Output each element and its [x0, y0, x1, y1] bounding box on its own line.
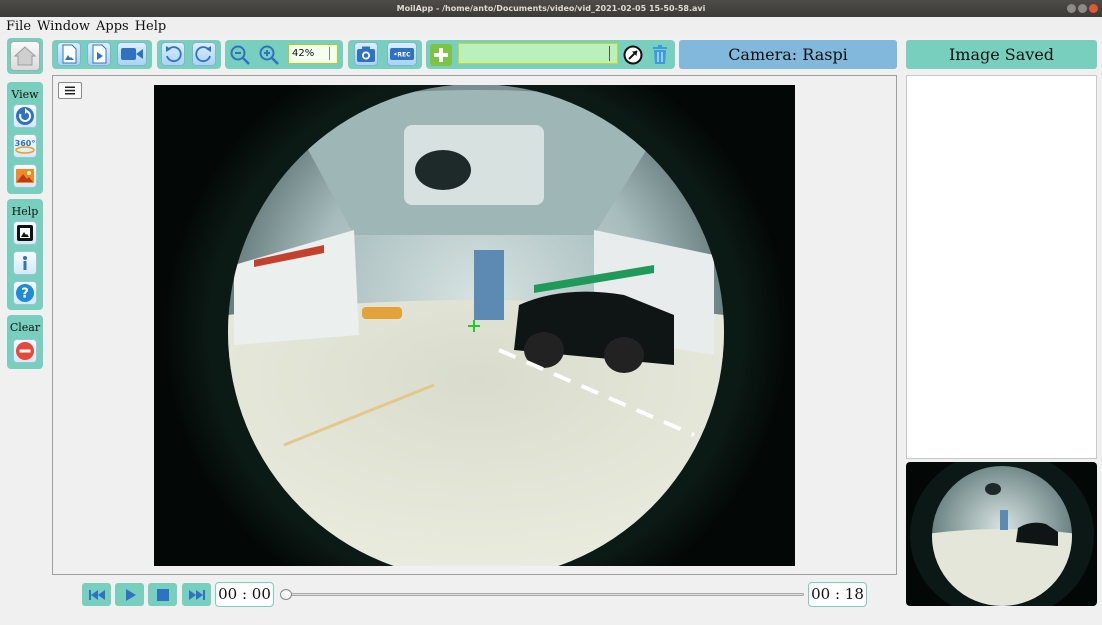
home-icon [13, 46, 37, 66]
stop-button[interactable] [148, 583, 177, 606]
minimize-icon[interactable] [1067, 4, 1076, 13]
saved-image-thumbnail[interactable] [906, 462, 1097, 606]
info-icon [23, 256, 27, 270]
total-time-display: 00 : 18 [808, 582, 867, 607]
spin-arrows-icon[interactable] [329, 47, 335, 60]
snapshot-icon [357, 46, 375, 62]
delete-button[interactable] [650, 44, 670, 66]
rotate-left-button[interactable] [161, 42, 185, 66]
camera-stream-icon [121, 48, 143, 60]
clear-group: Clear [7, 315, 43, 369]
skip-forward-icon [188, 589, 205, 600]
clear-icon [16, 342, 34, 360]
rotate-right-button[interactable] [192, 42, 216, 66]
anypoint-icon [623, 45, 643, 65]
combo-arrow-icon[interactable] [609, 46, 615, 61]
delete-icon [653, 45, 667, 64]
record-icon: •REC [390, 48, 414, 60]
seek-slider-track[interactable] [281, 593, 804, 596]
landscape-button[interactable] [13, 164, 37, 188]
record-button[interactable]: •REC [387, 42, 417, 66]
current-time-display: 00 : 00 [215, 582, 274, 607]
anypoint-button[interactable] [622, 44, 644, 66]
saved-image-list[interactable] [906, 75, 1097, 459]
menubar: File Window Apps Help [0, 17, 1102, 35]
seek-slider-handle[interactable] [280, 589, 292, 600]
help-group: Help ? [7, 199, 43, 310]
rotate-right-icon [195, 46, 211, 63]
source-combobox[interactable] [458, 43, 618, 64]
camera-stream-button[interactable] [117, 42, 147, 66]
open-image-button[interactable] [57, 42, 81, 66]
record-badge: •REC [394, 52, 412, 59]
panorama-360-button[interactable]: 360° [13, 134, 37, 158]
menu-window[interactable]: Window [37, 19, 90, 34]
reset-view-button[interactable] [13, 104, 37, 128]
clear-label: Clear [9, 321, 41, 334]
menu-apps[interactable]: Apps [96, 19, 129, 34]
close-icon[interactable] [1089, 4, 1098, 13]
menu-file[interactable]: File [6, 19, 31, 34]
help-question-icon: ? [16, 284, 34, 302]
help-label: Help [11, 205, 39, 218]
view-label: View [11, 88, 39, 101]
maximize-icon[interactable] [1078, 4, 1087, 13]
reset-view-icon [16, 107, 34, 125]
window-titlebar: MoilApp - /home/anto/Documents/video/vid… [0, 0, 1102, 17]
fisheye-image-view[interactable] [154, 85, 795, 566]
help-question-button[interactable]: ? [13, 281, 37, 305]
show-image-icon [17, 225, 33, 241]
fisheye-image [164, 85, 788, 566]
skip-back-icon [88, 589, 105, 600]
window-title: MoilApp - /home/anto/Documents/video/vid… [396, 4, 706, 13]
skip-forward-button[interactable] [182, 583, 211, 606]
info-button[interactable] [13, 251, 37, 275]
hamburger-menu-button[interactable] [58, 82, 82, 99]
zoom-out-icon [230, 45, 250, 65]
open-image-icon [62, 44, 77, 64]
svg-text:?: ? [21, 287, 29, 302]
home-button[interactable] [7, 38, 43, 74]
snapshot-button[interactable] [354, 42, 378, 66]
zoom-in-button[interactable] [258, 44, 280, 66]
add-icon [434, 48, 448, 62]
zoom-value: 42% [292, 48, 315, 59]
open-video-icon [92, 44, 107, 64]
view-group: View 360° [7, 82, 43, 194]
zoom-spinbox[interactable]: 42% [288, 44, 338, 64]
add-button[interactable] [430, 44, 452, 66]
thumbnail-image [910, 462, 1094, 606]
skip-back-button[interactable] [82, 583, 111, 606]
hamburger-menu-icon [65, 86, 75, 95]
open-video-button[interactable] [87, 42, 111, 66]
clear-button[interactable] [13, 339, 37, 363]
stop-icon [156, 588, 169, 601]
menu-help[interactable]: Help [135, 19, 167, 34]
panorama-360-badge: 360° [15, 139, 36, 148]
play-button[interactable] [115, 583, 144, 606]
image-saved-title: Image Saved [906, 40, 1097, 69]
landscape-icon [16, 169, 34, 183]
panorama-360-icon: 360° [15, 139, 36, 154]
zoom-out-button[interactable] [229, 44, 251, 66]
play-icon [125, 588, 136, 601]
show-image-button[interactable] [13, 221, 37, 245]
rotate-left-icon [166, 46, 182, 63]
zoom-in-icon [259, 45, 279, 65]
camera-type-label: Camera: Raspi [679, 40, 897, 69]
